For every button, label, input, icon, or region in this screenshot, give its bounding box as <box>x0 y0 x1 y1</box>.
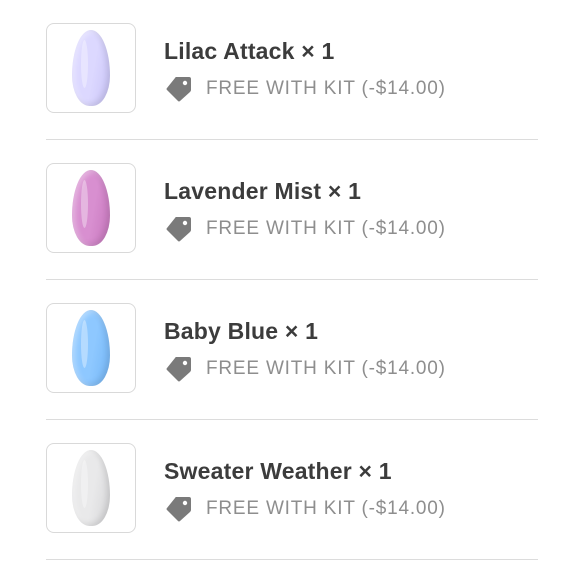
price-tag-icon <box>166 497 191 522</box>
nail-swatch <box>72 310 110 386</box>
product-thumbnail[interactable] <box>46 163 136 253</box>
promo-row: FREE WITH KIT (-$14.00) <box>164 356 446 382</box>
promo-text: FREE WITH KIT (-$14.00) <box>206 498 446 519</box>
promo-text: FREE WITH KIT (-$14.00) <box>206 358 446 379</box>
list-item: Lilac Attack × 1 FREE WITH KIT (-$14.00) <box>0 0 580 140</box>
product-title: Lavender Mist × 1 <box>164 178 362 204</box>
list-item: Sweater Weather × 1 FREE WITH KIT (-$14.… <box>0 420 580 560</box>
nail-swatch <box>72 450 110 526</box>
promo-text: FREE WITH KIT (-$14.00) <box>206 78 446 99</box>
promo-row: FREE WITH KIT (-$14.00) <box>164 76 446 102</box>
product-title: Lilac Attack × 1 <box>164 38 335 64</box>
divider <box>46 558 538 560</box>
list-item: Baby Blue × 1 FREE WITH KIT (-$14.00) <box>0 280 580 420</box>
product-thumbnail[interactable] <box>46 443 136 533</box>
product-title: Baby Blue × 1 <box>164 318 319 344</box>
price-tag-icon <box>166 357 191 382</box>
product-thumbnail[interactable] <box>46 303 136 393</box>
nail-swatch <box>72 30 110 106</box>
product-title: Sweater Weather × 1 <box>164 458 392 484</box>
product-thumbnail[interactable] <box>46 23 136 113</box>
promo-text: FREE WITH KIT (-$14.00) <box>206 218 446 239</box>
promo-row: FREE WITH KIT (-$14.00) <box>164 216 446 242</box>
price-tag-icon <box>166 77 191 102</box>
nail-swatch <box>72 170 110 246</box>
order-item-list: Lilac Attack × 1 FREE WITH KIT (-$14.00)… <box>0 0 580 560</box>
list-item: Lavender Mist × 1 FREE WITH KIT (-$14.00… <box>0 140 580 280</box>
price-tag-icon <box>166 217 191 242</box>
promo-row: FREE WITH KIT (-$14.00) <box>164 496 446 522</box>
